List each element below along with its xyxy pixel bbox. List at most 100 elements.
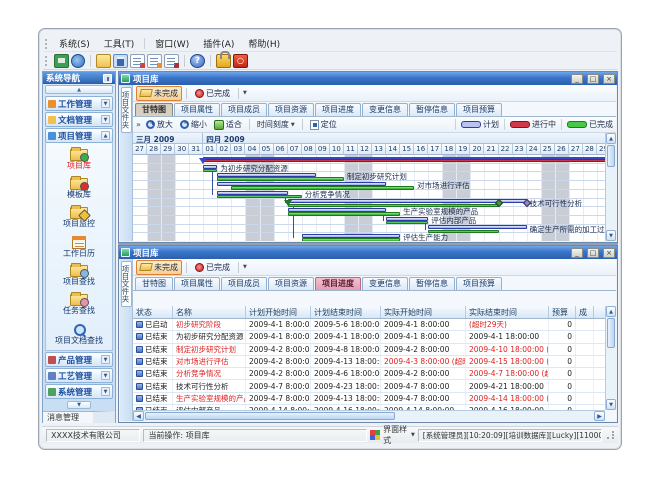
timescale-button[interactable]: 时间刻度▼ — [255, 119, 297, 130]
tab-暂停信息[interactable]: 暂停信息 — [409, 277, 455, 290]
menu-item-0[interactable]: 系统(S) — [52, 36, 97, 51]
filter-已完成-button[interactable]: 已完成 — [191, 86, 234, 101]
table-row[interactable]: 已启动初步研究阶段2009-4-1 8:00:002009-5-6 18:00:… — [133, 319, 605, 331]
minimize-button[interactable]: _ — [571, 248, 583, 258]
tab-项目成员[interactable]: 项目成员 — [221, 277, 267, 290]
tab-项目预算[interactable]: 项目预算 — [456, 277, 502, 290]
gantt-bar-actual[interactable] — [386, 221, 428, 225]
tab-甘特图[interactable]: 甘特图 — [135, 103, 173, 116]
scroll-up-arrow[interactable]: ▲ — [606, 306, 616, 317]
close-button[interactable]: × — [603, 74, 615, 84]
sidebar-item-模板库[interactable]: 模板库 — [46, 174, 112, 203]
help-icon[interactable]: ? — [190, 54, 205, 68]
table-horizontal-scrollbar[interactable]: ◀ ▶ — [133, 410, 605, 421]
table-row[interactable]: 已结束制定初步研究计划2009-4-2 8:00:002009-4-8 18:0… — [133, 344, 605, 356]
table-row[interactable]: 已结束分析竞争情况2009-4-2 8:00:002009-4-6 18:00:… — [133, 368, 605, 380]
table-row[interactable]: 已结束技术可行性分析2009-4-7 8:00:002009-4-23 18:0… — [133, 380, 605, 392]
sidebar-item-工作日历[interactable]: 工作日历 — [46, 232, 112, 261]
zoom-in-button[interactable]: 放大 — [144, 119, 175, 130]
scroll-down-arrow[interactable]: ▼ — [606, 230, 616, 241]
tab-变更信息[interactable]: 变更信息 — [362, 103, 408, 116]
scroll-thumb[interactable] — [145, 412, 395, 420]
sidebar-item-项目库[interactable]: 项目库 — [46, 145, 112, 174]
tab-项目预算[interactable]: 项目预算 — [456, 103, 502, 116]
column-header-plan_end[interactable]: 计划结束时间 — [311, 306, 381, 318]
toolbar-overflow-chevron[interactable]: » — [136, 120, 141, 129]
close-button[interactable]: × — [603, 248, 615, 258]
exit-icon[interactable]: ○ — [233, 54, 248, 68]
tab-项目资源[interactable]: 项目资源 — [268, 277, 314, 290]
table-row[interactable]: 已结束为初步研究分配资源2009-4-1 8:00:002009-4-1 18:… — [133, 331, 605, 343]
gantt-bar-plan[interactable] — [217, 191, 287, 195]
gantt-bar-actual[interactable] — [302, 238, 400, 241]
table-row[interactable]: 已结束对市场进行评估2009-4-2 8:00:002009-4-13 18:0… — [133, 356, 605, 368]
gantt-bar-plan[interactable] — [428, 225, 526, 229]
menu-item-3[interactable]: 插件(A) — [196, 36, 241, 51]
sidebar-group-工艺管理[interactable]: 工艺管理▼ — [45, 368, 113, 383]
sidebar-item-项目文档查找[interactable]: 项目文档查找 — [46, 319, 112, 348]
doc-new-icon[interactable] — [130, 54, 145, 68]
fit-button[interactable]: 适合 — [212, 119, 244, 130]
sidebar-item-项目监控[interactable]: 项目监控 — [46, 203, 112, 232]
menu-item-1[interactable]: 工具(T) — [97, 36, 142, 51]
table-vertical-scrollbar[interactable]: ▲ ▼ — [605, 306, 616, 410]
sidebar-group-文档管理[interactable]: 文档管理▼ — [45, 112, 113, 127]
column-header-status[interactable]: 状态 — [133, 306, 173, 318]
lock-icon[interactable] — [216, 54, 231, 68]
open-folder-icon[interactable] — [96, 54, 111, 68]
summary-progress-bar[interactable] — [203, 159, 611, 163]
chevron-up-icon[interactable]: ▲ — [101, 131, 110, 140]
gantt-bar-actual[interactable] — [217, 195, 301, 199]
column-header-name[interactable]: 名称 — [173, 306, 246, 318]
chevron-down-icon[interactable]: ▼ — [101, 371, 110, 380]
sidebar-group-系统管理[interactable]: 系统管理▼ — [45, 384, 113, 399]
sidebar-item-任务查找[interactable]: 任务查找 — [46, 290, 112, 319]
maximize-button[interactable]: □ — [587, 248, 599, 258]
tab-项目进度[interactable]: 项目进度 — [315, 277, 361, 290]
tab-message-management[interactable]: 消息管理 — [43, 411, 115, 423]
locate-button[interactable]: 定位 — [308, 119, 339, 130]
tab-变更信息[interactable]: 变更信息 — [362, 277, 408, 290]
filter-未完成-button[interactable]: 未完成 — [136, 86, 182, 101]
gantt-bar-plan[interactable] — [203, 165, 217, 169]
column-header-act_start[interactable]: 实际开始时间 — [381, 306, 466, 318]
tab-项目资源[interactable]: 项目资源 — [268, 103, 314, 116]
window2-titlebar[interactable]: 项目库 _ □ × — [119, 246, 617, 259]
resize-grip[interactable] — [607, 431, 614, 439]
filter-已完成-button[interactable]: 已完成 — [191, 260, 234, 275]
tab-甘特图[interactable]: 甘特图 — [135, 277, 173, 290]
column-header-plan_start[interactable]: 计划开始时间 — [246, 306, 311, 318]
sidebar-group-产品管理[interactable]: 产品管理▼ — [45, 352, 113, 367]
gantt-bar-actual[interactable] — [203, 169, 217, 173]
network-icon[interactable] — [54, 54, 69, 68]
chevron-down-icon[interactable]: ▼ — [101, 355, 110, 364]
doc-edit-icon[interactable] — [147, 54, 162, 68]
filter-未完成-button[interactable]: 未完成 — [136, 260, 182, 275]
scroll-thumb[interactable] — [607, 318, 615, 348]
chevron-down-icon[interactable]: ▼ — [101, 115, 110, 124]
save-icon[interactable] — [113, 54, 128, 68]
ui-style-button[interactable]: 界面样式 ▼ — [370, 424, 415, 446]
globe-icon[interactable] — [71, 54, 85, 68]
project-folder-side-tab[interactable]: 项目文件夹 — [121, 87, 132, 133]
menu-item-2[interactable]: 窗口(W) — [148, 36, 196, 51]
scroll-right-arrow[interactable]: ▶ — [594, 411, 605, 421]
maximize-button[interactable]: □ — [587, 74, 599, 84]
gantt-bar-actual[interactable] — [217, 177, 344, 181]
sidebar-group-工作管理[interactable]: 工作管理▼ — [45, 96, 113, 111]
window1-titlebar[interactable]: 项目库 _ □ × — [119, 72, 617, 85]
chevron-down-icon[interactable]: ▼ — [243, 90, 247, 96]
scroll-left-arrow[interactable]: ◀ — [133, 411, 144, 421]
doc-delete-icon[interactable] — [164, 54, 179, 68]
column-header-act_end[interactable]: 实际结束时间 — [466, 306, 549, 318]
chevron-down-icon[interactable]: ▼ — [101, 99, 110, 108]
column-header-budget[interactable]: 预算 — [549, 306, 576, 318]
gantt-bar-actual[interactable] — [288, 212, 400, 216]
table-row[interactable]: 已结束生产实验室规模的产品2009-4-7 8:00:002009-4-13 1… — [133, 393, 605, 405]
chevron-down-icon[interactable]: ▼ — [101, 387, 110, 396]
sidebar-scroll-up-button[interactable]: ▲ — [45, 85, 113, 94]
tab-暂停信息[interactable]: 暂停信息 — [409, 103, 455, 116]
minimize-button[interactable]: _ — [571, 74, 583, 84]
menu-item-4[interactable]: 帮助(H) — [241, 36, 287, 51]
project-folder-side-tab[interactable]: 项目文件夹 — [121, 261, 132, 307]
